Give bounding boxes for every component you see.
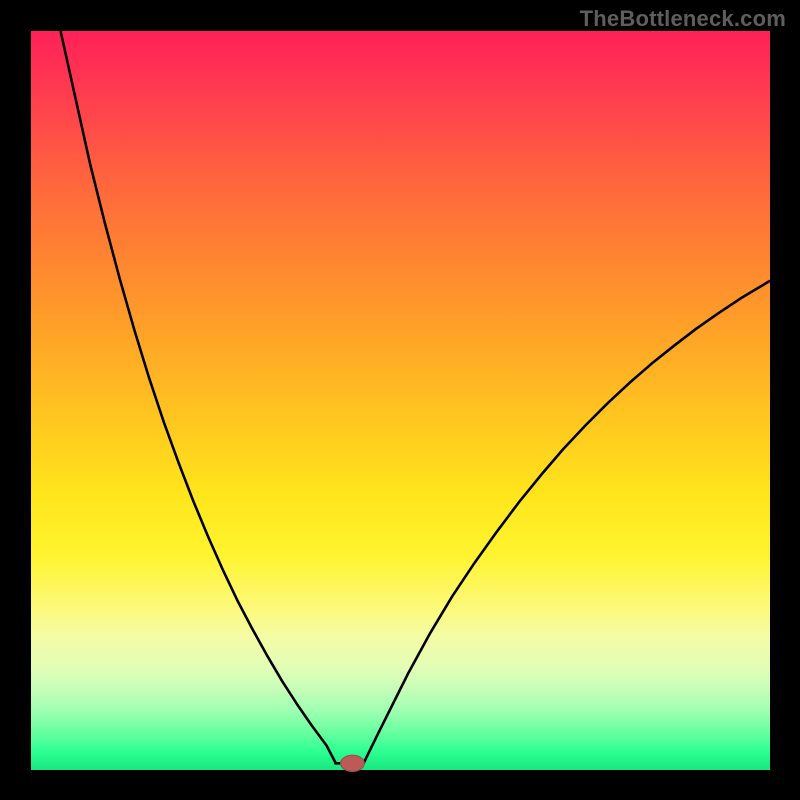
chart-frame: TheBottleneck.com [0, 0, 800, 800]
optimum-marker [340, 755, 364, 771]
watermark-text: TheBottleneck.com [580, 6, 786, 32]
curve-svg [31, 31, 770, 770]
plot-area [31, 31, 770, 770]
bottleneck-curve [60, 31, 769, 763]
